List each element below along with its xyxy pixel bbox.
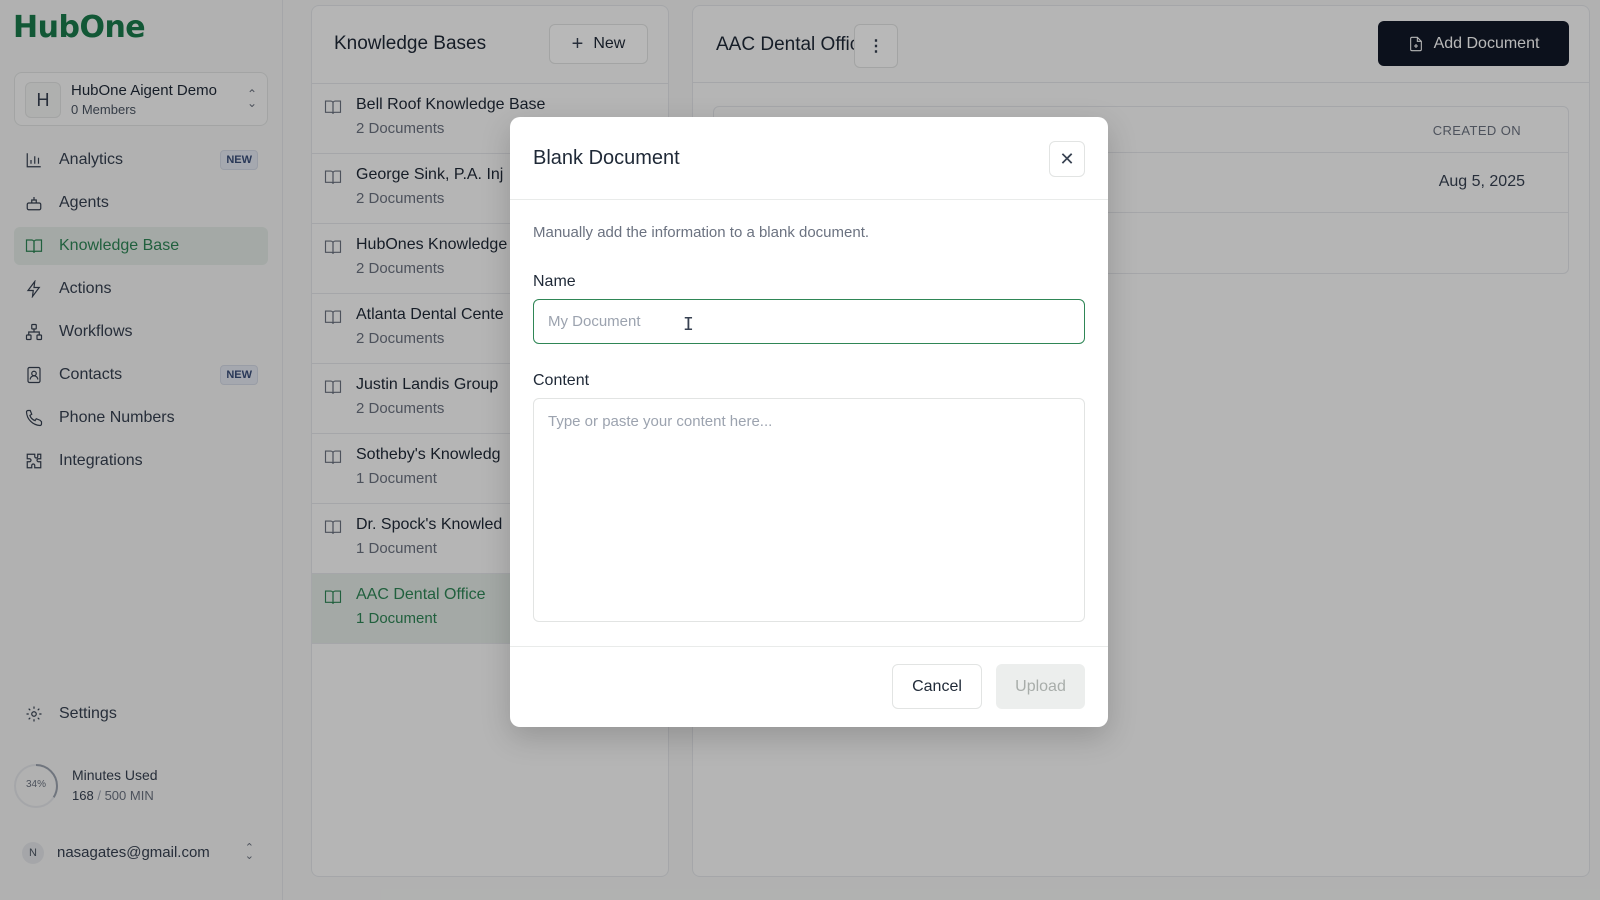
text-cursor-icon: I	[683, 314, 694, 335]
divider	[510, 646, 1108, 647]
dialog-title: Blank Document	[533, 147, 680, 169]
close-icon[interactable]: ✕	[1049, 141, 1085, 177]
blank-document-dialog: Blank Document ✕ Manually add the inform…	[510, 117, 1108, 727]
upload-button[interactable]: Upload	[996, 664, 1085, 709]
content-label: Content	[533, 372, 590, 389]
name-label: Name	[533, 273, 576, 290]
divider	[510, 199, 1108, 200]
dialog-description: Manually add the information to a blank …	[533, 224, 870, 241]
name-field[interactable]	[533, 299, 1085, 344]
content-field[interactable]	[533, 398, 1085, 622]
cancel-button[interactable]: Cancel	[892, 664, 982, 709]
